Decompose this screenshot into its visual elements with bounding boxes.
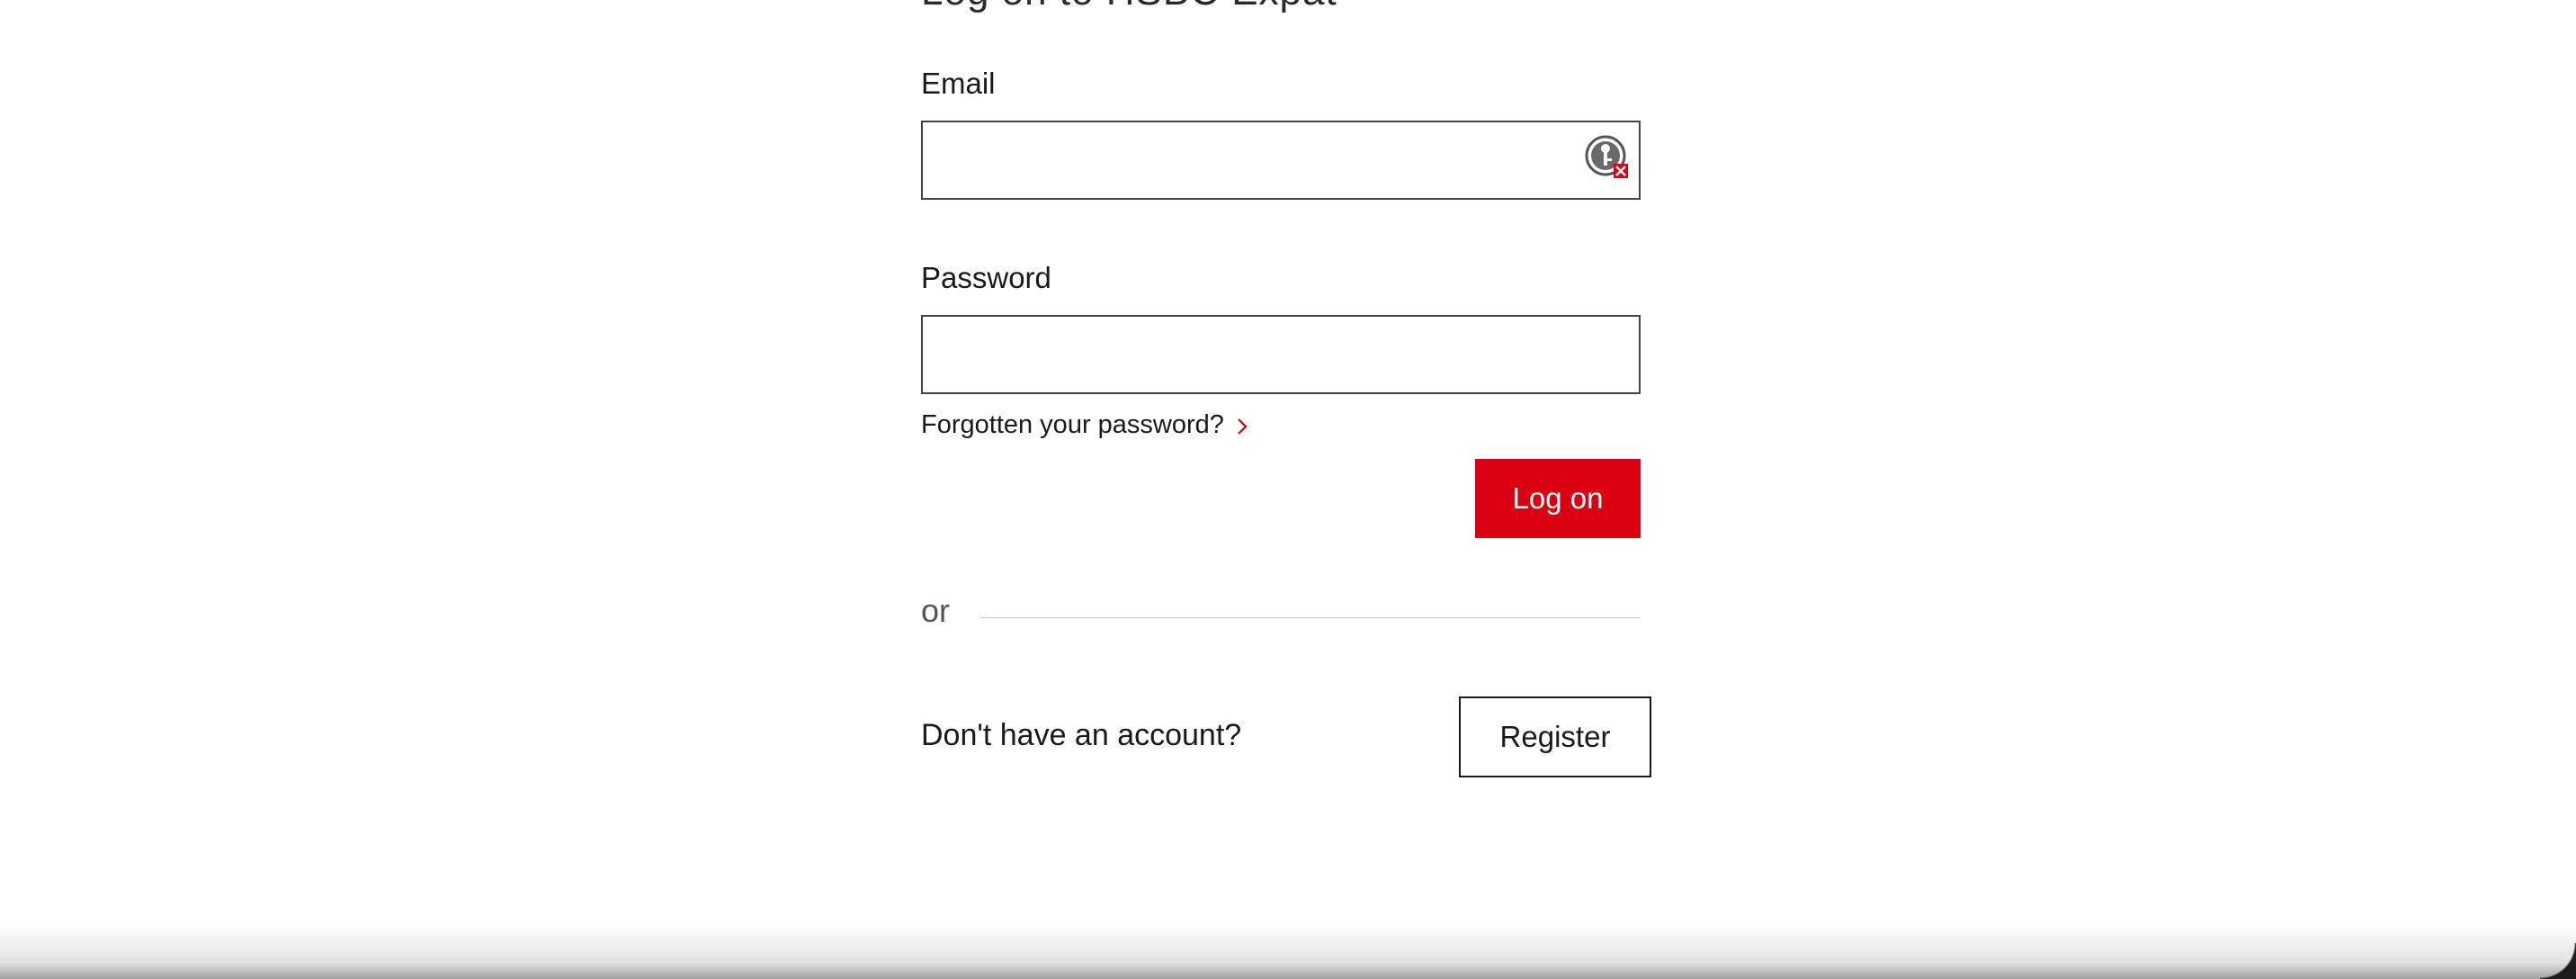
page: Log on to HSBC Expat Email Password: [0, 0, 2576, 979]
email-label: Email: [921, 67, 996, 100]
password-label: Password: [921, 261, 1051, 294]
password-field-wrapper: [921, 315, 1641, 394]
email-field-wrapper: [921, 121, 1641, 200]
log-on-button[interactable]: Log on: [1475, 459, 1641, 538]
register-button[interactable]: Register: [1459, 696, 1651, 777]
chevron-right-icon: [1233, 415, 1251, 436]
window-corner: [2540, 943, 2576, 979]
password-manager-icon[interactable]: [1585, 135, 1630, 180]
password-field[interactable]: [923, 317, 1639, 392]
window-bottom-shadow: [0, 925, 2576, 979]
or-divider: or: [921, 585, 1641, 639]
divider-line: [980, 617, 1641, 618]
or-divider-label: or: [921, 592, 951, 629]
page-heading: Log on to HSBC Expat: [921, 0, 1337, 14]
no-account-text: Don't have an account?: [921, 718, 1242, 752]
forgot-password-link[interactable]: Forgotten your password?: [921, 410, 1251, 440]
forgot-password-label: Forgotten your password?: [921, 410, 1224, 439]
email-field[interactable]: [923, 122, 1639, 198]
